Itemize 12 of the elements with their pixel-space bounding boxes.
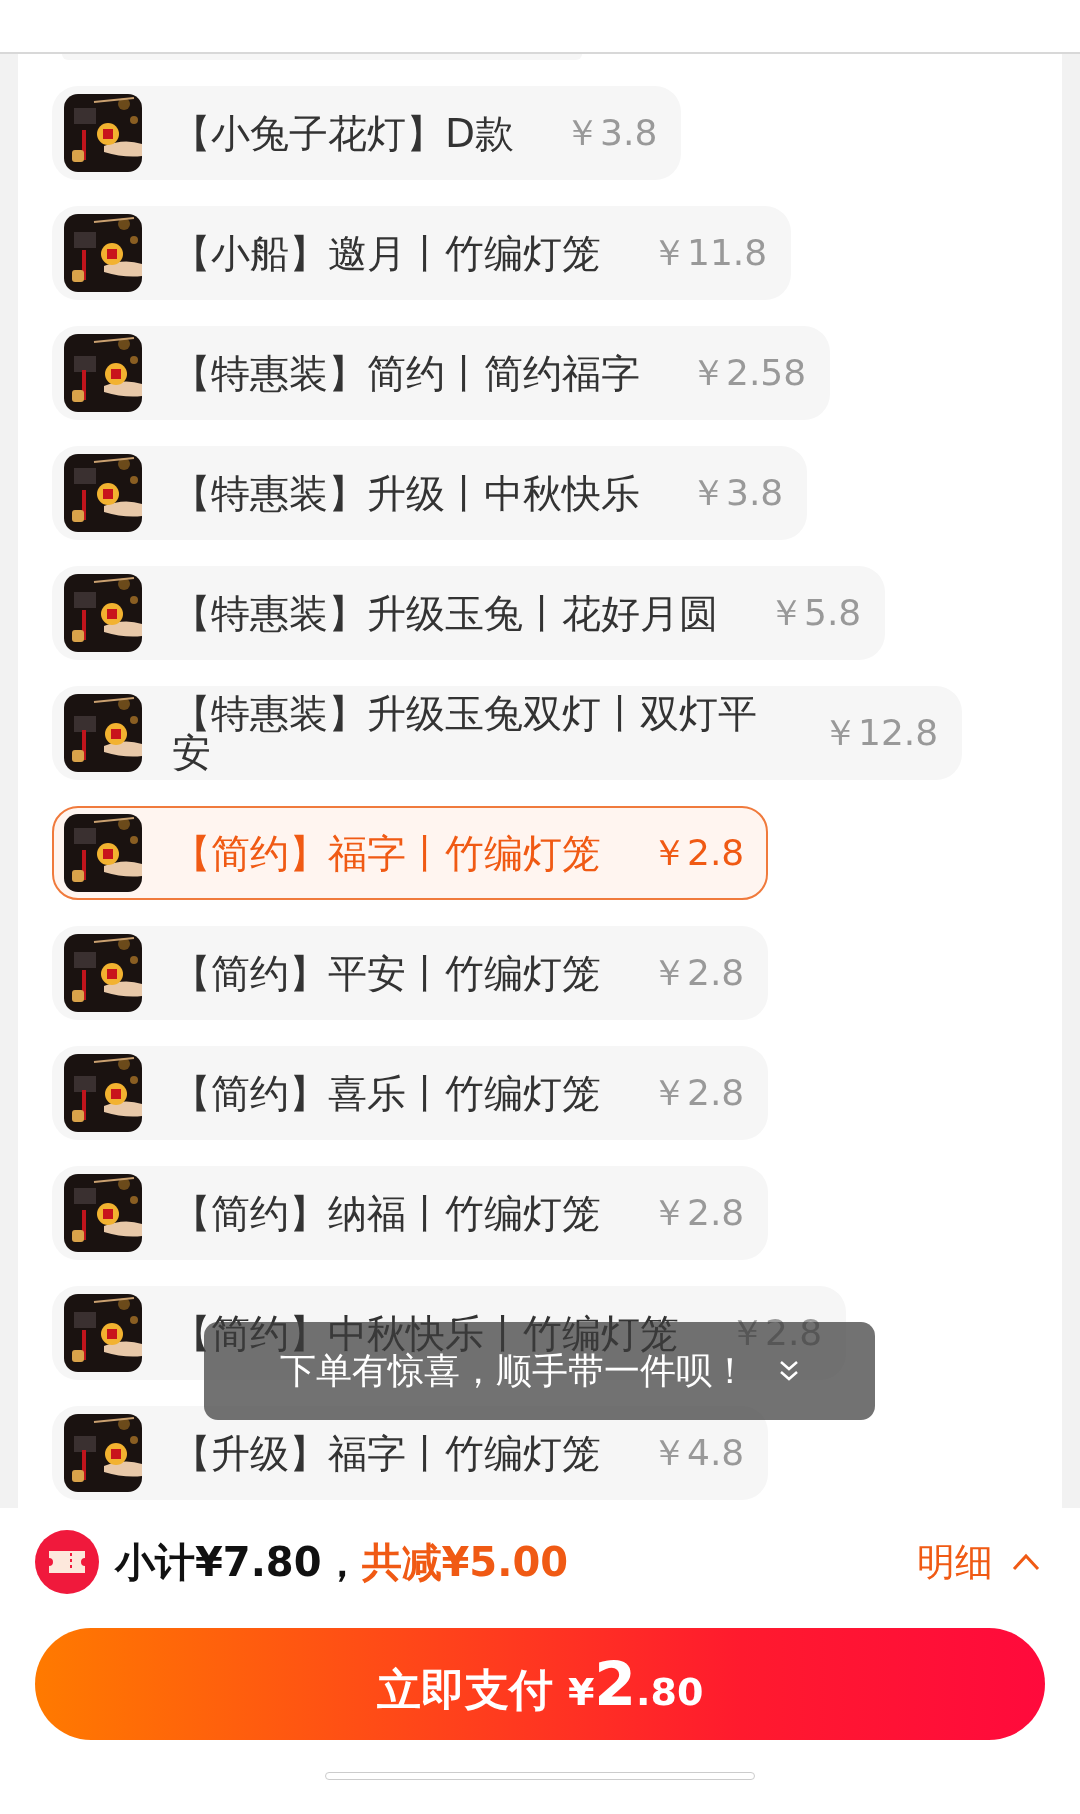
product-option[interactable]: 【简约】喜乐丨竹编灯笼 ￥2.8: [52, 1046, 769, 1140]
product-option[interactable]: 【小船】邀月丨竹编灯笼 ￥11.8: [52, 206, 792, 300]
product-option[interactable]: 【简约】纳福丨竹编灯笼 ￥2.8: [52, 1166, 769, 1260]
product-option[interactable]: 【简约】平安丨竹编灯笼 ￥2.8: [52, 926, 769, 1020]
product-option[interactable]: 【特惠装】升级玉兔丨花好月圆 ￥5.8: [52, 566, 886, 660]
product-option[interactable]: 【特惠装】升级玉兔双灯丨双灯平安 ￥12.8: [52, 686, 963, 780]
product-option[interactable]: 【特惠装】简约丨简约福字 ￥2.58: [52, 326, 831, 420]
chevron-up-icon: [1011, 1552, 1041, 1572]
pay-now-button[interactable]: 立即支付 ¥2.80: [35, 1628, 1045, 1740]
product-option[interactable]: 【特惠装】升级丨中秋快乐 ￥3.8: [52, 446, 808, 540]
product-option[interactable]: 【小兔子花灯】D款 ￥3.8: [52, 86, 682, 180]
subtotal-text: 小计¥7.80，共减¥5.00: [115, 1538, 569, 1587]
